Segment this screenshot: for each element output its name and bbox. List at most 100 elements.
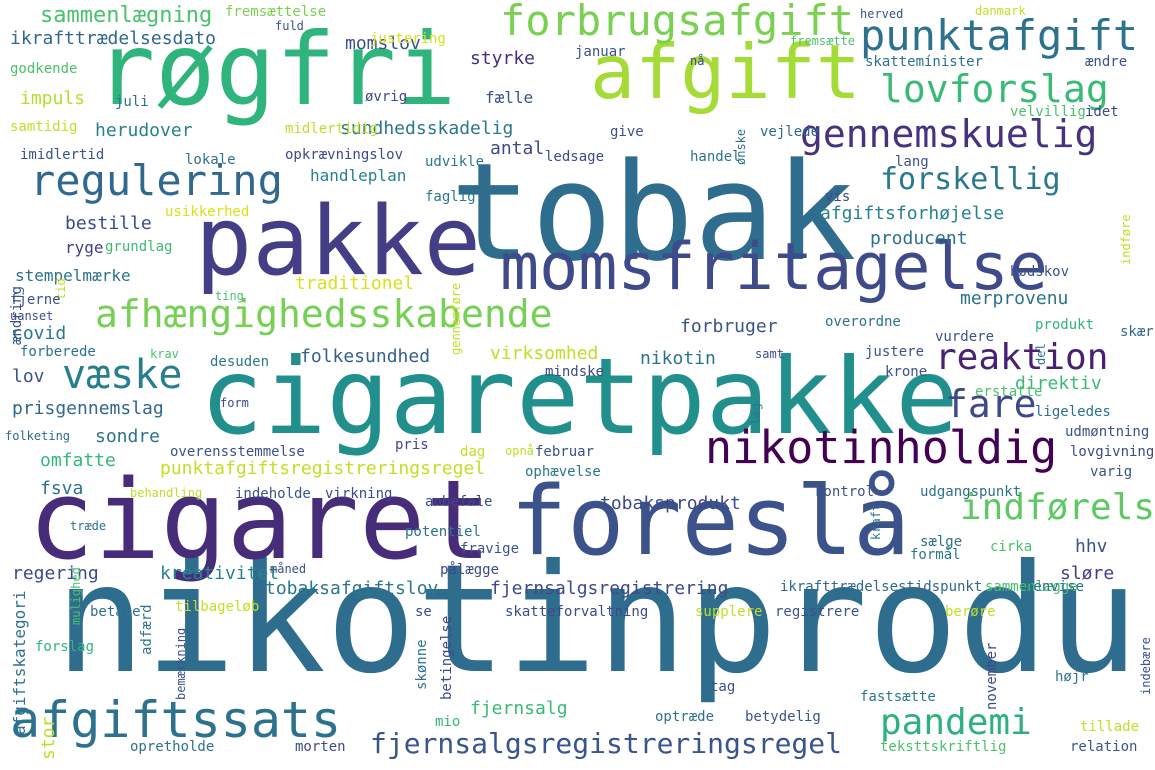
cloud-word: januar bbox=[575, 44, 626, 60]
cloud-word: afhængighedsskabende bbox=[95, 292, 553, 336]
cloud-word: lang bbox=[895, 154, 929, 170]
cloud-word: anbefale bbox=[425, 494, 493, 510]
cloud-word: skatteforvaltning bbox=[505, 604, 649, 620]
cloud-word: overensstemmelse bbox=[170, 444, 305, 460]
cloud-word: styrke bbox=[470, 48, 536, 69]
cloud-word: behandling bbox=[130, 486, 203, 500]
cloud-word: virkning bbox=[325, 486, 393, 502]
cloud-word: juli bbox=[115, 94, 149, 110]
cloud-word: ønske bbox=[734, 128, 748, 165]
cloud-word: skattemínister bbox=[865, 54, 984, 70]
cloud-word: tobaksafgiftslov bbox=[265, 578, 439, 599]
cloud-word: lokale bbox=[185, 152, 236, 168]
cloud-word: måned bbox=[270, 562, 307, 576]
cloud-word: pandemi bbox=[880, 702, 1032, 743]
cloud-word: pålægge bbox=[440, 562, 500, 578]
cloud-word: henvise bbox=[1025, 579, 1085, 595]
cloud-word: sondre bbox=[95, 426, 161, 447]
cloud-word: betingelse bbox=[439, 615, 455, 700]
cloud-word: ting bbox=[215, 289, 244, 303]
cloud-word: fremsættelse bbox=[225, 4, 327, 20]
cloud-word: tobaksprodukt bbox=[600, 493, 741, 514]
cloud-word: udvikle bbox=[425, 154, 485, 170]
cloud-word: herved bbox=[860, 7, 904, 21]
cloud-word: indeholde bbox=[235, 486, 311, 502]
cloud-word: punktafgift bbox=[860, 11, 1139, 60]
cloud-word: fjernsalgsregistrering bbox=[490, 578, 729, 599]
cloud-word: cirka bbox=[990, 539, 1033, 555]
cloud-word: usikkerhed bbox=[165, 204, 250, 220]
cloud-word: afgiftskategori bbox=[10, 590, 29, 736]
cloud-word: opnå bbox=[505, 444, 534, 458]
cloud-word: samtidig bbox=[10, 119, 78, 135]
cloud-word: højr bbox=[1055, 669, 1089, 685]
cloud-word: indebære bbox=[1139, 637, 1153, 695]
cloud-word: herudover bbox=[95, 120, 193, 141]
cloud-word: idet bbox=[1085, 104, 1119, 120]
cloud-word: fjernsalg bbox=[470, 698, 568, 719]
cloud-word: krone bbox=[885, 364, 928, 380]
cloud-word: midlertidig bbox=[285, 121, 378, 137]
cloud-word: forberede bbox=[20, 344, 96, 360]
cloud-word: nå bbox=[690, 54, 705, 68]
cloud-word: producent bbox=[870, 228, 968, 249]
cloud-word: opretholde bbox=[130, 739, 215, 755]
cloud-word: væske bbox=[62, 352, 183, 398]
cloud-word: betale bbox=[90, 604, 141, 620]
cloud-word: folketing bbox=[5, 429, 71, 443]
cloud-word: ikrafttrædelsestidspunkt bbox=[780, 579, 983, 595]
cloud-word: ryge bbox=[65, 238, 104, 257]
cloud-word: del bbox=[1034, 343, 1048, 365]
cloud-word: godkende bbox=[10, 61, 78, 77]
cloud-word: mulighed bbox=[69, 567, 83, 625]
cloud-word: skærpe bbox=[1120, 324, 1155, 340]
cloud-word: lovgivning bbox=[1070, 444, 1155, 460]
cloud-word: øvrig bbox=[365, 89, 408, 105]
cloud-word: grundlag bbox=[105, 239, 173, 255]
cloud-word: stor bbox=[38, 716, 59, 760]
cloud-word: give bbox=[610, 124, 644, 140]
cloud-word: form bbox=[220, 396, 249, 410]
cloud-word: velvillig bbox=[1010, 104, 1086, 120]
cloud-word: tillade bbox=[1080, 719, 1140, 735]
cloud-word: traditionel bbox=[295, 273, 415, 294]
cloud-word: gennemskuelig bbox=[800, 112, 1098, 156]
cloud-word: hhv bbox=[1075, 536, 1108, 557]
cloud-word: morten bbox=[295, 739, 346, 755]
cloud-word: nikotinholdig bbox=[705, 421, 1058, 474]
cloud-word: lov bbox=[12, 366, 45, 387]
cloud-word: potentiel bbox=[405, 524, 481, 540]
cloud-word: formål bbox=[910, 547, 961, 563]
cloud-word: lovforslag bbox=[880, 67, 1109, 111]
cloud-word: forbruger bbox=[680, 316, 778, 337]
cloud-word: bemærkning bbox=[174, 627, 188, 700]
cloud-word: betydelig bbox=[745, 709, 821, 725]
cloud-word: fastsætte bbox=[860, 689, 936, 705]
cloud-word: imidlertid bbox=[20, 147, 105, 163]
cloud-word: læg bbox=[749, 403, 763, 425]
cloud-word: antal bbox=[490, 138, 545, 159]
cloud-word: fjerne bbox=[10, 292, 61, 308]
cloud-word: ændre bbox=[1085, 54, 1128, 70]
cloud-word: tag bbox=[710, 679, 736, 695]
cloud-word: danmark bbox=[975, 4, 1026, 18]
cloud-word: vis bbox=[825, 189, 851, 205]
cloud-word: optræde bbox=[655, 709, 715, 725]
cloud-word: supplere bbox=[695, 604, 763, 620]
cloud-word: erstatte bbox=[975, 384, 1043, 400]
cloud-word: regering bbox=[12, 563, 99, 584]
cloud-word: uanset bbox=[10, 309, 54, 323]
cloud-word: impuls bbox=[20, 88, 86, 109]
cloud-word: varig bbox=[1090, 464, 1133, 480]
cloud-word: pris bbox=[395, 437, 429, 453]
cloud-word: fremsætte bbox=[790, 34, 856, 48]
cloud-word: dag bbox=[460, 444, 486, 460]
cloud-word: fjernsalgsregistreringsregel bbox=[370, 727, 843, 760]
cloud-word: bødskov bbox=[1010, 264, 1070, 280]
cloud-word: adfærd bbox=[139, 604, 155, 655]
cloud-word: omfatte bbox=[40, 450, 116, 471]
cloud-word: nikotin bbox=[640, 348, 716, 369]
cloud-word: reaktion bbox=[935, 337, 1109, 378]
cloud-word: prisgennemslag bbox=[12, 398, 164, 419]
cloud-word: udgangspunkt bbox=[920, 484, 1022, 500]
